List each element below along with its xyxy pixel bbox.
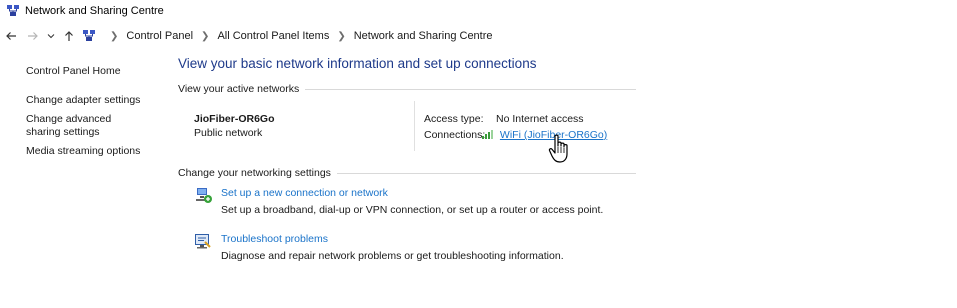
chevron-right-icon[interactable]: ❯: [110, 31, 118, 42]
hand-pointer-icon: [548, 134, 568, 163]
sidebar-item-media-streaming[interactable]: Media streaming options: [26, 145, 166, 158]
access-type-label: Access type:: [424, 113, 484, 125]
back-arrow-icon: [6, 32, 16, 40]
breadcrumb-item-network-centre[interactable]: Network and Sharing Centre: [354, 30, 493, 42]
breadcrumb-item-all-items[interactable]: All Control Panel Items: [217, 30, 329, 42]
section-label: Change your networking settings: [178, 167, 331, 179]
divider: [414, 101, 415, 151]
breadcrumb-item-control-panel[interactable]: Control Panel: [126, 30, 193, 42]
forward-button[interactable]: [22, 25, 44, 47]
setup-connection-link[interactable]: Set up a new connection or network: [221, 187, 388, 199]
address-bar: ❯ Control Panel ❯ All Control Panel Item…: [0, 24, 957, 48]
new-connection-icon: [194, 186, 212, 204]
networking-settings-header: Change your networking settings: [178, 167, 636, 179]
network-category: Public network: [194, 127, 263, 139]
sidebar-item-control-panel-home[interactable]: Control Panel Home: [26, 65, 166, 78]
connection-entry: WiFi (JioFiber-OR6Go): [482, 129, 607, 141]
sidebar-item-change-adapter[interactable]: Change adapter settings: [26, 94, 166, 107]
chevron-right-icon[interactable]: ❯: [337, 31, 345, 42]
troubleshoot-icon: [194, 232, 212, 250]
up-arrow-icon: [65, 31, 73, 41]
control-panel-icon: [82, 29, 96, 43]
setup-connection-desc: Set up a broadband, dial-up or VPN conne…: [221, 204, 604, 216]
troubleshoot-link[interactable]: Troubleshoot problems: [221, 233, 328, 245]
title-bar: Network and Sharing Centre: [0, 0, 957, 22]
network-name: JioFiber-OR6Go: [194, 113, 275, 125]
connections-label: Connections:: [424, 129, 486, 141]
troubleshoot-desc: Diagnose and repair network problems or …: [221, 250, 564, 262]
network-centre-icon: [6, 4, 20, 18]
divider: [336, 172, 636, 174]
wifi-signal-icon: [482, 130, 493, 139]
chevron-down-icon: [47, 34, 55, 39]
back-button[interactable]: [0, 25, 22, 47]
access-type-value: No Internet access: [496, 113, 584, 125]
recent-locations-button[interactable]: [44, 25, 58, 47]
page-title: View your basic network information and …: [178, 56, 537, 71]
active-networks-header: View your active networks: [178, 83, 636, 95]
divider: [305, 88, 636, 90]
window-title: Network and Sharing Centre: [25, 5, 164, 17]
forward-arrow-icon: [28, 32, 38, 40]
breadcrumb: ❯ Control Panel ❯ All Control Panel Item…: [82, 29, 493, 43]
up-button[interactable]: [58, 25, 80, 47]
chevron-right-icon[interactable]: ❯: [201, 31, 209, 42]
sidebar-item-advanced-sharing[interactable]: Change advanced sharing settings: [26, 113, 144, 138]
section-label: View your active networks: [178, 83, 300, 95]
sidebar: Control Panel Home Change adapter settin…: [26, 65, 166, 158]
